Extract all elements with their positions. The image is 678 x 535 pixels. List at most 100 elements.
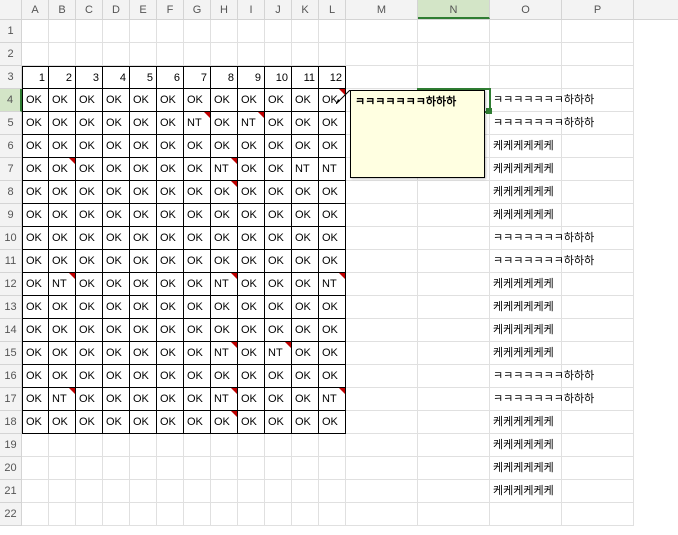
cell-N19[interactable] <box>418 434 490 457</box>
cell-K10[interactable]: OK <box>292 227 319 250</box>
cell-O15[interactable]: 케케케케케케 <box>490 342 562 365</box>
cell-L6[interactable]: OK <box>319 135 346 158</box>
cell-M17[interactable] <box>346 388 418 411</box>
cell-E2[interactable] <box>130 43 157 66</box>
cell-H8[interactable]: OK <box>211 181 238 204</box>
cell-F8[interactable]: OK <box>157 181 184 204</box>
cell-C2[interactable] <box>76 43 103 66</box>
cell-C1[interactable] <box>76 20 103 43</box>
cell-H4[interactable]: OK <box>211 89 238 112</box>
cell-B18[interactable]: OK <box>49 411 76 434</box>
cell-O20[interactable]: 케케케케케케 <box>490 457 562 480</box>
cell-F3[interactable]: 6 <box>157 66 184 89</box>
cell-J16[interactable]: OK <box>265 365 292 388</box>
cell-L8[interactable]: OK <box>319 181 346 204</box>
cell-I10[interactable]: OK <box>238 227 265 250</box>
cell-L1[interactable] <box>319 20 346 43</box>
cell-E11[interactable]: OK <box>130 250 157 273</box>
cell-I22[interactable] <box>238 503 265 526</box>
cell-D21[interactable] <box>103 480 130 503</box>
cell-H1[interactable] <box>211 20 238 43</box>
cell-H17[interactable]: NT <box>211 388 238 411</box>
cell-O4[interactable]: ㅋㅋㅋㅋㅋㅋㅋ하하하 <box>490 89 562 112</box>
cell-L18[interactable]: OK <box>319 411 346 434</box>
cell-G21[interactable] <box>184 480 211 503</box>
cell-A15[interactable]: OK <box>22 342 49 365</box>
row-header-2[interactable]: 2 <box>0 43 22 66</box>
cell-O1[interactable] <box>490 20 562 43</box>
row-header-18[interactable]: 18 <box>0 411 22 434</box>
cell-H13[interactable]: OK <box>211 296 238 319</box>
cell-C10[interactable]: OK <box>76 227 103 250</box>
cell-B19[interactable] <box>49 434 76 457</box>
cell-G7[interactable]: OK <box>184 158 211 181</box>
cell-A4[interactable]: OK <box>22 89 49 112</box>
row-header-17[interactable]: 17 <box>0 388 22 411</box>
cell-P21[interactable] <box>562 480 634 503</box>
cell-O8[interactable]: 케케케케케케 <box>490 181 562 204</box>
cell-I5[interactable]: NT <box>238 112 265 135</box>
cell-A6[interactable]: OK <box>22 135 49 158</box>
cell-M1[interactable] <box>346 20 418 43</box>
cell-G20[interactable] <box>184 457 211 480</box>
cell-B1[interactable] <box>49 20 76 43</box>
cell-J17[interactable]: OK <box>265 388 292 411</box>
cell-L11[interactable]: OK <box>319 250 346 273</box>
row-header-1[interactable]: 1 <box>0 20 22 43</box>
row-header-13[interactable]: 13 <box>0 296 22 319</box>
cell-I3[interactable]: 9 <box>238 66 265 89</box>
cell-L3[interactable]: 12 <box>319 66 346 89</box>
cell-D6[interactable]: OK <box>103 135 130 158</box>
cell-E7[interactable]: OK <box>130 158 157 181</box>
cell-D16[interactable]: OK <box>103 365 130 388</box>
cell-L2[interactable] <box>319 43 346 66</box>
cell-G5[interactable]: NT <box>184 112 211 135</box>
cell-O7[interactable]: 케케케케케케 <box>490 158 562 181</box>
cell-E22[interactable] <box>130 503 157 526</box>
cell-B11[interactable]: OK <box>49 250 76 273</box>
cell-B9[interactable]: OK <box>49 204 76 227</box>
cell-H22[interactable] <box>211 503 238 526</box>
col-header-N[interactable]: N <box>418 0 490 19</box>
cell-J14[interactable]: OK <box>265 319 292 342</box>
cell-D2[interactable] <box>103 43 130 66</box>
col-header-F[interactable]: F <box>157 0 184 19</box>
cell-F13[interactable]: OK <box>157 296 184 319</box>
cell-I20[interactable] <box>238 457 265 480</box>
cell-F6[interactable]: OK <box>157 135 184 158</box>
col-header-B[interactable]: B <box>49 0 76 19</box>
cell-G16[interactable]: OK <box>184 365 211 388</box>
cell-J8[interactable]: OK <box>265 181 292 204</box>
cell-I14[interactable]: OK <box>238 319 265 342</box>
cell-F10[interactable]: OK <box>157 227 184 250</box>
cell-F2[interactable] <box>157 43 184 66</box>
cell-D12[interactable]: OK <box>103 273 130 296</box>
cell-J6[interactable]: OK <box>265 135 292 158</box>
cell-C16[interactable]: OK <box>76 365 103 388</box>
cell-D13[interactable]: OK <box>103 296 130 319</box>
cell-K4[interactable]: OK <box>292 89 319 112</box>
cell-C7[interactable]: OK <box>76 158 103 181</box>
cell-N1[interactable] <box>418 20 490 43</box>
cell-N20[interactable] <box>418 457 490 480</box>
cell-G6[interactable]: OK <box>184 135 211 158</box>
cell-O9[interactable]: 케케케케케케 <box>490 204 562 227</box>
cell-D1[interactable] <box>103 20 130 43</box>
cell-O22[interactable] <box>490 503 562 526</box>
cell-B22[interactable] <box>49 503 76 526</box>
cell-G1[interactable] <box>184 20 211 43</box>
cell-J3[interactable]: 10 <box>265 66 292 89</box>
cell-A9[interactable]: OK <box>22 204 49 227</box>
col-header-H[interactable]: H <box>211 0 238 19</box>
cell-B2[interactable] <box>49 43 76 66</box>
cell-P19[interactable] <box>562 434 634 457</box>
cell-O3[interactable] <box>490 66 562 89</box>
cell-M9[interactable] <box>346 204 418 227</box>
col-header-O[interactable]: O <box>490 0 562 19</box>
cell-D4[interactable]: OK <box>103 89 130 112</box>
cell-A17[interactable]: OK <box>22 388 49 411</box>
cell-F9[interactable]: OK <box>157 204 184 227</box>
cell-B20[interactable] <box>49 457 76 480</box>
cell-A3[interactable]: 1 <box>22 66 49 89</box>
cell-N9[interactable] <box>418 204 490 227</box>
